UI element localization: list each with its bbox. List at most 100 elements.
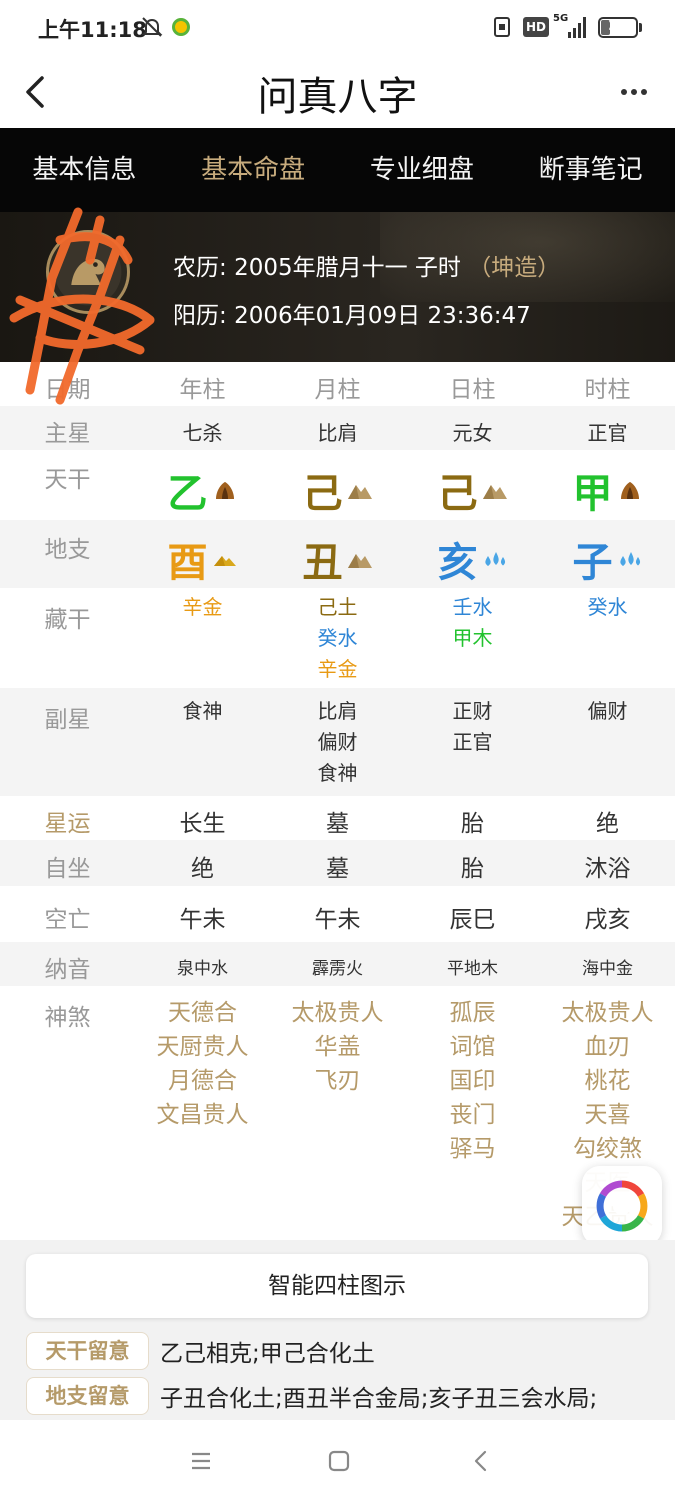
shensha-item[interactable]: 词馆	[405, 1030, 540, 1064]
xingyun-value: 绝	[596, 811, 619, 837]
canggan-col: 壬水 甲木	[405, 592, 540, 654]
header-year-pillar: 年柱	[179, 377, 226, 403]
zhuxing-value: 元女	[452, 421, 493, 445]
earth-icon	[347, 479, 373, 501]
tab-basic-chart[interactable]: 基本命盘	[169, 128, 338, 212]
wood-icon	[212, 479, 238, 501]
zodiac-avatar[interactable]	[46, 230, 130, 314]
chart-header-row: 日期 年柱 月柱 日柱 时柱	[0, 362, 675, 406]
zhuxing-value: 正官	[587, 421, 628, 445]
shensha-item[interactable]: 天喜	[540, 1098, 675, 1132]
zhuxing-row: 主星 七杀 比肩 元女 正官	[0, 406, 675, 450]
tab-basic-info[interactable]: 基本信息	[0, 128, 169, 212]
shensha-item[interactable]: 驿马	[405, 1132, 540, 1166]
canggan-item: 癸水	[317, 626, 358, 650]
status-bar: 上午11:18 HD 5G 24	[0, 0, 675, 56]
fuxing-item: 偏财	[587, 699, 628, 723]
home-nav-icon[interactable]	[324, 1446, 354, 1476]
fuxing-item: 食神	[317, 761, 358, 785]
shensha-item[interactable]: 孤辰	[405, 996, 540, 1030]
fuxing-col: 正财 正官	[405, 696, 540, 758]
battery-level: 24	[608, 18, 628, 34]
nayin-label: 纳音	[44, 957, 91, 983]
shensha-item[interactable]: 天厨贵人	[135, 1030, 270, 1064]
canggan-col: 癸水	[540, 592, 675, 623]
shensha-item[interactable]: 国印	[405, 1064, 540, 1098]
tiangan-cell: 己	[405, 461, 540, 519]
system-nav-bar	[0, 1420, 675, 1500]
more-options-button[interactable]	[612, 74, 656, 110]
tab-bar: 基本信息 基本命盘 专业细盘 断事笔记	[0, 128, 675, 212]
canggan-col: 己土 癸水 辛金	[270, 592, 405, 685]
page-title: 问真八字	[257, 74, 418, 120]
shensha-item[interactable]: 文昌贵人	[135, 1098, 270, 1132]
tab-notes[interactable]: 断事笔记	[506, 128, 675, 212]
menu-nav-icon[interactable]	[186, 1446, 216, 1476]
shensha-item[interactable]: 华盖	[270, 1030, 405, 1064]
dizhi-cell: 子	[540, 530, 675, 588]
water-icon	[617, 548, 643, 570]
gender-tag: （坤造）	[468, 255, 561, 281]
nayin-value: 泉中水	[177, 959, 228, 979]
shensha-item[interactable]: 飞刃	[270, 1064, 405, 1098]
canggan-item: 癸水	[587, 595, 628, 619]
kongwang-value: 午未	[314, 907, 361, 933]
app-header: 问真八字	[0, 56, 675, 128]
notification-app-icon	[172, 18, 190, 36]
tiangan-char: 乙	[167, 471, 208, 517]
zhuxing-label: 主星	[44, 421, 91, 447]
xingyun-row: 星运 长生 墓 胎 绝	[0, 796, 675, 840]
shensha-row: 神煞 天德合 天厨贵人 月德合 文昌贵人 太极贵人 华盖 飞刃 孤辰 词馆 国印…	[0, 986, 675, 1240]
smart-pillar-diagram-button[interactable]: 智能四柱图示	[26, 1254, 648, 1318]
fuxing-col: 偏财	[540, 696, 675, 727]
kongwang-value: 戌亥	[584, 907, 631, 933]
network-type-label: 5G	[553, 13, 569, 24]
fuxing-label: 副星	[44, 707, 91, 733]
kongwang-label: 空亡	[44, 907, 91, 933]
shensha-item[interactable]: 桃花	[540, 1064, 675, 1098]
bottom-panel: 智能四柱图示 天干留意 乙己相克;甲己合化土 地支留意 子丑合化土;酉丑半合金局…	[0, 1240, 675, 1420]
shensha-item[interactable]: 太极贵人	[540, 996, 675, 1030]
header-hour-pillar: 时柱	[584, 377, 631, 403]
lunar-date: 农历: 2005年腊月十一 子时 （坤造）	[173, 248, 560, 282]
tiangan-notice: 天干留意 乙己相克;甲己合化土	[26, 1332, 666, 1376]
shensha-item[interactable]: 丧门	[405, 1098, 540, 1132]
tiangan-char: 己	[437, 471, 478, 517]
lunar-value: 2005年腊月十一 子时	[234, 255, 461, 281]
shensha-item[interactable]: 月德合	[135, 1064, 270, 1098]
fuxing-col: 比肩 偏财 食神	[270, 696, 405, 789]
shensha-item[interactable]: 太极贵人	[270, 996, 405, 1030]
notice-tag: 地支留意	[26, 1377, 149, 1415]
profile-banner: 农历: 2005年腊月十一 子时 （坤造） 阳历: 2006年01月09日 23…	[0, 212, 675, 362]
fuxing-col: 食神	[135, 696, 270, 727]
earth-icon	[347, 548, 373, 570]
shensha-item[interactable]: 血刃	[540, 1030, 675, 1064]
canggan-item: 己土	[317, 595, 358, 619]
back-nav-icon[interactable]	[466, 1446, 496, 1476]
shensha-col: 孤辰 词馆 国印 丧门 驿马	[405, 996, 540, 1166]
shensha-item[interactable]: 天德合	[135, 996, 270, 1030]
dizhi-char: 丑	[302, 540, 343, 586]
battery-tip	[639, 23, 642, 32]
shensha-item[interactable]: 勾绞煞	[540, 1132, 675, 1166]
tab-professional-chart[interactable]: 专业细盘	[338, 128, 507, 212]
water-icon	[482, 548, 508, 570]
solar-date: 阳历: 2006年01月09日 23:36:47	[173, 296, 531, 330]
dizhi-row: 地支 酉 丑 亥 子	[0, 520, 675, 588]
canggan-item: 辛金	[317, 657, 358, 681]
solar-prefix: 阳历:	[173, 303, 235, 329]
sim-card-icon	[494, 17, 510, 37]
tiangan-cell: 己	[270, 461, 405, 519]
canggan-item: 壬水	[452, 595, 493, 619]
floating-shortcut-button[interactable]	[582, 1166, 662, 1246]
muted-bell-icon	[141, 17, 163, 37]
zhuxing-value: 比肩	[317, 421, 358, 445]
nayin-value: 霹雳火	[312, 959, 363, 979]
zizuo-value: 绝	[191, 856, 214, 882]
xingyun-value: 长生	[179, 811, 226, 837]
zizuo-row: 自坐 绝 墓 胎 沐浴	[0, 840, 675, 886]
canggan-item: 甲木	[452, 626, 493, 650]
nayin-value: 平地木	[447, 959, 498, 979]
tiangan-char: 己	[302, 471, 343, 517]
dizhi-char: 亥	[437, 540, 478, 586]
